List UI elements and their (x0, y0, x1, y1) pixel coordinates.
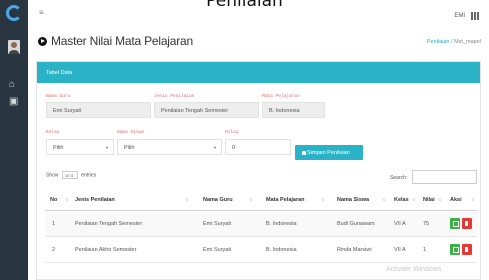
card-header: Tabel Data (37, 62, 480, 83)
activate-windows-watermark: Activate Windows (386, 266, 442, 273)
sort-icon[interactable]: ⇅ (321, 197, 324, 202)
cell-nilai: 75 (423, 221, 430, 227)
top-bar: ≡ EMI (28, 8, 489, 28)
mata-pelajaran-label: Mata Pelajaran (262, 94, 300, 99)
sort-icon[interactable]: ⇅ (438, 197, 441, 202)
avatar[interactable] (8, 40, 20, 54)
cell-jenis-penilaian: Penilaian Akhir Semester (75, 247, 137, 253)
cell-nama-guru: Emi Suryati (203, 221, 232, 227)
cell-kelas: VII A (394, 247, 406, 253)
nama-siswa-label: Nama Siswa (117, 130, 145, 135)
cell-jenis-penilaian: Penilaian Tengah Semester (75, 221, 143, 227)
search-input[interactable] (412, 170, 477, 184)
edit-icon[interactable] (450, 218, 460, 229)
entries-label: entries (81, 172, 97, 179)
kelas-label: Kelas (46, 130, 60, 135)
cell-no: 2 (52, 247, 56, 253)
sort-icon[interactable]: ⇅ (65, 197, 68, 202)
page-header: Master Nilai Mata Pelajaran Penilaian / … (28, 34, 489, 55)
breadcrumb-separator: / (451, 39, 453, 45)
data-table: No ⇅ Jenis Penilaian ⇅ Nama Guru ⇅ Mata … (45, 189, 477, 267)
app-logo-icon[interactable] (6, 5, 22, 21)
simpan-penilaian-button[interactable]: Simpan Penilaian (295, 145, 363, 160)
entries-select[interactable]: 10 ⇕ (61, 171, 78, 179)
home-icon[interactable]: ⌂ (9, 80, 19, 90)
sort-icon[interactable]: ⇅ (471, 197, 474, 202)
breadcrumb-link-penilaian[interactable]: Penilaian (427, 39, 450, 45)
arrow-circle-icon (38, 37, 47, 46)
show-label: Show (46, 172, 59, 179)
simpan-penilaian-label: Simpan Penilaian (307, 150, 350, 156)
chevron-down-icon: ▼ (105, 145, 109, 150)
save-icon (302, 150, 306, 155)
cell-nilai: 1 (423, 247, 427, 253)
show-entries: Show 10 ⇕ entries (46, 171, 96, 179)
nilai-input[interactable]: 0 (225, 139, 291, 155)
kelas-select[interactable]: Pilih ▼ (46, 139, 114, 155)
nama-siswa-select-value: Pilih (124, 145, 135, 151)
cell-mata-pelajaran: B. Indonesia (266, 247, 297, 253)
column-header-nilai[interactable]: Nilai (423, 197, 435, 203)
edit-icon[interactable] (450, 244, 460, 255)
sort-icon[interactable]: ⇅ (185, 197, 188, 202)
column-header-jenis-penilaian[interactable]: Jenis Penilaian (75, 197, 115, 203)
sort-icon[interactable]: ⇅ (249, 197, 252, 202)
trash-icon[interactable] (462, 218, 472, 229)
cell-mata-pelajaran: B. Indonesia (266, 221, 297, 227)
column-header-no[interactable]: No (50, 197, 57, 203)
mata-pelajaran-field[interactable]: B. Indonesia (262, 102, 325, 118)
user-name[interactable]: EMI (454, 13, 465, 19)
page-title: Master Nilai Mata Pelajaran (51, 34, 193, 48)
nilai-label: Nilai (225, 130, 239, 135)
data-card: Tabel Data Nama Guru Emi Suryati Jenis P… (36, 61, 481, 280)
database-icon[interactable]: ▣ (9, 97, 19, 107)
nama-guru-field[interactable]: Emi Suryati (46, 102, 151, 118)
cell-nama-guru: Emi Suryati (203, 247, 232, 253)
cell-no: 1 (52, 221, 56, 227)
cell-kelas: VII A (394, 221, 406, 227)
table-row: 2 Penilaian Akhir Semester Emi Suryati B… (45, 238, 477, 263)
column-header-nama-siswa[interactable]: Nama Siswa (337, 197, 369, 203)
cell-nama-siswa: Rinda Marsiwi (337, 247, 372, 253)
column-header-mata-pelajaran[interactable]: Mata Pelajaran (266, 197, 305, 203)
jenis-penilaian-field[interactable]: Penilaian Tengah Semester (154, 102, 259, 118)
table-header: No ⇅ Jenis Penilaian ⇅ Nama Guru ⇅ Mata … (45, 189, 477, 211)
sort-icon[interactable]: ⇅ (382, 197, 385, 202)
jenis-penilaian-label: Jenis Penilaian (154, 94, 195, 99)
column-header-aksi[interactable]: Aksi (450, 197, 462, 203)
table-row: 1 Penilaian Tengah Semester Emi Suryati … (45, 212, 477, 237)
kelas-select-value: Pilih (53, 145, 64, 151)
column-header-nama-guru[interactable]: Nama Guru (203, 197, 233, 203)
sort-icon[interactable]: ⇅ (412, 197, 415, 202)
cell-nama-siswa: Budi Gunawam (337, 221, 375, 227)
trash-icon[interactable] (462, 244, 472, 255)
search-label: Search: (390, 175, 408, 181)
grid-icon[interactable] (471, 12, 479, 20)
hamburger-menu-icon[interactable]: ≡ (39, 8, 44, 17)
nama-siswa-select[interactable]: Pilih ▼ (117, 139, 222, 155)
nama-guru-label: Nama Guru (46, 94, 71, 99)
breadcrumb-current: Mst_mapel (454, 39, 481, 45)
left-sidebar: ⌂ ▣ (0, 0, 28, 280)
column-header-kelas[interactable]: Kelas (394, 197, 409, 203)
breadcrumb: Penilaian / Mst_mapel (427, 39, 481, 45)
chevron-down-icon: ▼ (213, 145, 217, 150)
entries-value: 10 (64, 173, 70, 178)
